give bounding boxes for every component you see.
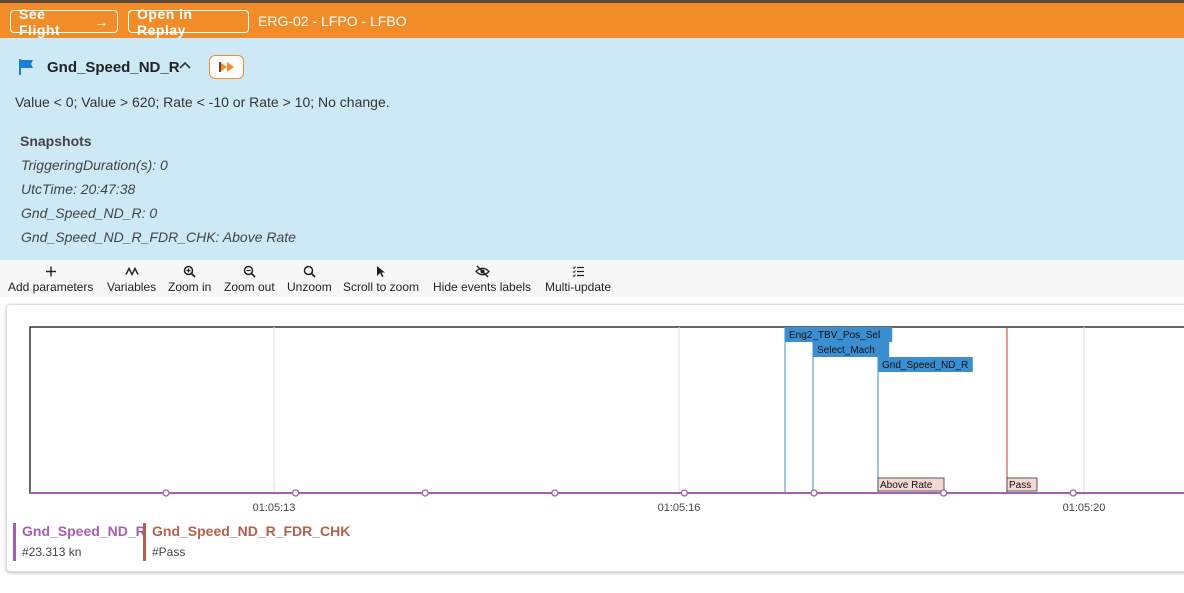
unzoom-label: Unzoom: [287, 280, 332, 294]
chevron-up-icon[interactable]: [177, 58, 193, 74]
series-point: [1069, 489, 1077, 497]
snapshot-triggering-duration: TriggeringDuration(s): 0: [21, 157, 168, 173]
scroll-to-zoom-label: Scroll to zoom: [343, 280, 420, 294]
x-tick-label: 01:05:13: [253, 502, 296, 514]
unzoom-button[interactable]: Unzoom: [287, 265, 332, 294]
see-flight-label: See Flight: [19, 5, 61, 38]
open-in-replay-label: Open in Replay: [137, 5, 193, 38]
series-point: [551, 489, 559, 497]
snapshot-gnd-speed: Gnd_Speed_ND_R: 0: [21, 205, 158, 221]
zoom-in-label: Zoom in: [168, 280, 212, 294]
flight-title: ERG-02 - LFPO - LFBO: [258, 13, 407, 29]
series-point: [680, 489, 689, 497]
series-point: [810, 489, 818, 497]
event-label: Eng2_TBV_Pos_Sel: [789, 330, 880, 341]
snapshots-title: Snapshots: [20, 133, 92, 149]
see-flight-button[interactable]: See Flight →: [10, 6, 118, 38]
series-point: [162, 489, 170, 497]
chart-card: 01:05:13 01:05:16 01:05:20 Eng2_TBV_Pos_Sel…: [6, 304, 1184, 572]
multi-update-button[interactable]: Multi-update: [545, 265, 611, 294]
eye-off-icon: [474, 265, 490, 278]
time-series-chart[interactable]: 01:05:13 01:05:16 01:05:20 Eng2_TBV_Pos_Sel…: [7, 305, 1184, 520]
legend-name: Gnd_Speed_ND_R_FDR_CHK: [152, 523, 351, 539]
plot-frame: [29, 326, 1184, 494]
event-label: Pass: [1009, 480, 1031, 491]
hide-events-labels-button[interactable]: Hide events labels: [433, 265, 531, 294]
event-info-panel: Gnd_Speed_ND_R Value < 0; Value > 620; R…: [0, 38, 1184, 260]
variables-button[interactable]: Variables: [107, 265, 156, 294]
fast-forward-icon: [218, 62, 234, 72]
plus-icon: [45, 266, 56, 277]
multi-update-label: Multi-update: [545, 280, 612, 294]
series-point: [291, 489, 300, 497]
hide-events-labels-label: Hide events labels: [433, 280, 532, 294]
series-point: [421, 489, 429, 497]
cursor-icon: [377, 266, 386, 277]
event-label: Select_Mach: [817, 345, 875, 356]
series-point: [939, 489, 948, 497]
event-condition: Value < 0; Value > 620; Rate < -10 or Ra…: [15, 94, 390, 110]
top-bar: See Flight → Open in Replay ERG-02 - LFP…: [0, 0, 1184, 38]
event-label: Gnd_Speed_ND_R: [882, 360, 968, 371]
snapshot-fdr-chk: Gnd_Speed_ND_R_FDR_CHK: Above Rate: [21, 229, 296, 245]
x-tick-label: 01:05:20: [1063, 502, 1106, 514]
event-label: Above Rate: [880, 480, 933, 491]
legend-item-gnd-speed[interactable]: Gnd_Speed_ND_R #23.313 kn: [13, 523, 146, 561]
add-parameters-label: Add parameters: [8, 280, 94, 294]
fast-forward-button[interactable]: [209, 55, 244, 79]
chart-toolbar: Add parameters Variables Zoom in Zoom ou…: [0, 260, 1184, 297]
zoom-in-icon: [183, 265, 196, 278]
zoom-in-button[interactable]: Zoom in: [168, 265, 211, 294]
x-tick-label: 01:05:16: [658, 502, 701, 514]
legend-item-fdr-chk[interactable]: Gnd_Speed_ND_R_FDR_CHK #Pass: [143, 523, 350, 561]
variables-label: Variables: [107, 280, 157, 294]
list-icon: [572, 266, 584, 278]
legend-name: Gnd_Speed_ND_R: [22, 523, 146, 539]
flag-icon: [19, 59, 33, 75]
zoom-out-icon: [243, 265, 256, 278]
legend-value: #23.313 kn: [22, 545, 82, 559]
open-in-replay-button[interactable]: Open in Replay: [128, 6, 249, 38]
add-parameters-button[interactable]: Add parameters: [8, 265, 93, 294]
scroll-to-zoom-button[interactable]: Scroll to zoom: [343, 265, 419, 294]
zoom-out-button[interactable]: Zoom out: [224, 265, 275, 294]
variables-icon: [124, 266, 139, 277]
search-icon: [303, 265, 316, 278]
legend-value: #Pass: [152, 545, 186, 559]
parameter-title: Gnd_Speed_ND_R: [47, 59, 180, 76]
zoom-out-label: Zoom out: [224, 280, 275, 294]
arrow-right-icon: →: [94, 13, 109, 30]
snapshot-utc-time: UtcTime: 20:47:38: [21, 181, 136, 197]
